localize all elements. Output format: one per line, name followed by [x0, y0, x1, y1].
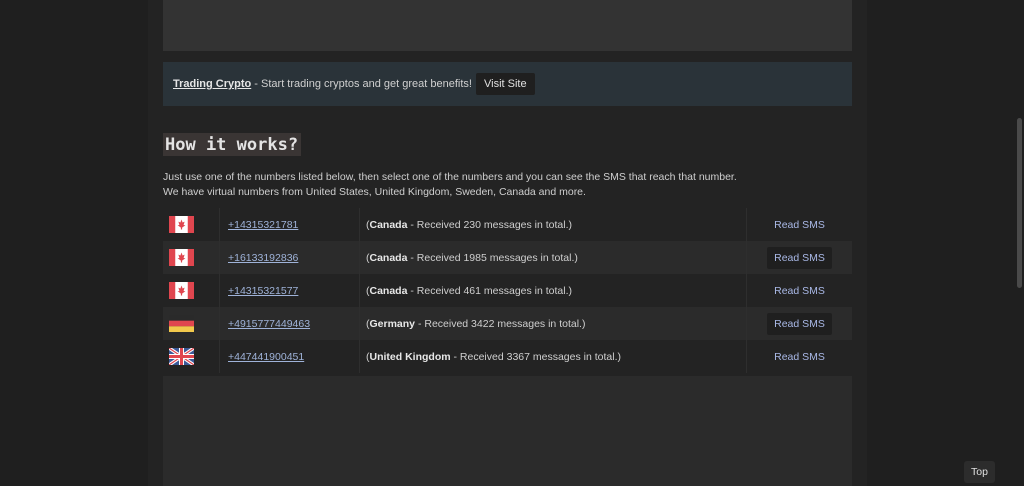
- number-row: +14315321781 (Canada - Received 230 mess…: [163, 208, 852, 241]
- section-title: How it works?: [163, 133, 302, 156]
- intro-line-1: Just use one of the numbers listed below…: [163, 171, 737, 183]
- read-sms-button[interactable]: Read SMS: [767, 346, 832, 368]
- promo-link[interactable]: Trading Crypto: [173, 78, 251, 90]
- message-count: - Received 461 messages in total.): [407, 284, 573, 297]
- country-name: Germany: [369, 317, 416, 330]
- number-info-cell: (United Kingdom - Received 3367 messages…: [360, 340, 747, 373]
- flag-cell: [163, 274, 220, 307]
- uk-flag-icon: [169, 348, 194, 365]
- phone-number-link[interactable]: +4915777449463: [228, 318, 310, 330]
- germany-flag-icon: [169, 315, 194, 332]
- canada-flag-icon: [169, 282, 194, 299]
- intro-text: Just use one of the numbers listed below…: [163, 170, 852, 200]
- promo-text: Start trading cryptos and get great bene…: [261, 78, 472, 90]
- scrollbar[interactable]: [1015, 0, 1024, 486]
- phone-number-cell: +447441900451: [220, 340, 360, 373]
- page-container: Trading Crypto - Start trading cryptos a…: [148, 0, 867, 486]
- flag-cell: [163, 340, 220, 373]
- action-cell: Read SMS: [747, 274, 852, 307]
- phone-number-cell: +14315321577: [220, 274, 360, 307]
- action-cell: Read SMS: [747, 307, 852, 340]
- action-cell: Read SMS: [747, 208, 852, 241]
- visit-site-button[interactable]: Visit Site: [475, 73, 535, 95]
- message-count: - Received 3367 messages in total.): [450, 350, 621, 363]
- country-name: United Kingdom: [369, 350, 451, 363]
- message-count: - Received 3422 messages in total.): [415, 317, 586, 330]
- message-count: - Received 1985 messages in total.): [407, 251, 578, 264]
- scrollbar-thumb[interactable]: [1017, 118, 1022, 288]
- promo-separator: -: [251, 78, 262, 90]
- phone-number-link[interactable]: +447441900451: [228, 351, 304, 363]
- back-to-top-button[interactable]: Top: [964, 461, 995, 483]
- country-name: Canada: [369, 284, 408, 297]
- action-cell: Read SMS: [747, 340, 852, 373]
- number-info-cell: (Canada - Received 461 messages in total…: [360, 274, 747, 307]
- phone-number-link[interactable]: +14315321577: [228, 285, 298, 297]
- promo-banner: Trading Crypto - Start trading cryptos a…: [163, 62, 852, 106]
- read-sms-button[interactable]: Read SMS: [767, 214, 832, 236]
- number-row: +14315321577 (Canada - Received 461 mess…: [163, 274, 852, 307]
- phone-number-cell: +16133192836: [220, 241, 360, 274]
- phone-number-cell: +4915777449463: [220, 307, 360, 340]
- numbers-list: +14315321781 (Canada - Received 230 mess…: [163, 208, 852, 375]
- flag-cell: [163, 241, 220, 274]
- intro-line-2: We have virtual numbers from United Stat…: [163, 186, 586, 198]
- country-name: Canada: [369, 251, 408, 264]
- ad-placeholder-top: [163, 0, 852, 51]
- flag-cell: [163, 208, 220, 241]
- phone-number-link[interactable]: +16133192836: [228, 252, 298, 264]
- canada-flag-icon: [169, 216, 194, 233]
- number-info-cell: (Germany - Received 3422 messages in tot…: [360, 307, 747, 340]
- flag-cell: [163, 307, 220, 340]
- ad-placeholder-bottom: [163, 376, 852, 486]
- phone-number-cell: +14315321781: [220, 208, 360, 241]
- canada-flag-icon: [169, 249, 194, 266]
- number-row: +16133192836 (Canada - Received 1985 mes…: [163, 241, 852, 274]
- number-info-cell: (Canada - Received 1985 messages in tota…: [360, 241, 747, 274]
- country-name: Canada: [369, 218, 408, 231]
- message-count: - Received 230 messages in total.): [407, 218, 573, 231]
- number-info-cell: (Canada - Received 230 messages in total…: [360, 208, 747, 241]
- action-cell: Read SMS: [747, 241, 852, 274]
- phone-number-link[interactable]: +14315321781: [228, 219, 298, 231]
- read-sms-button[interactable]: Read SMS: [767, 246, 832, 269]
- read-sms-button[interactable]: Read SMS: [767, 280, 832, 302]
- number-row: +447441900451 (United Kingdom - Received…: [163, 340, 852, 373]
- number-row: +4915777449463 (Germany - Received 3422 …: [163, 307, 852, 340]
- read-sms-button[interactable]: Read SMS: [767, 312, 832, 335]
